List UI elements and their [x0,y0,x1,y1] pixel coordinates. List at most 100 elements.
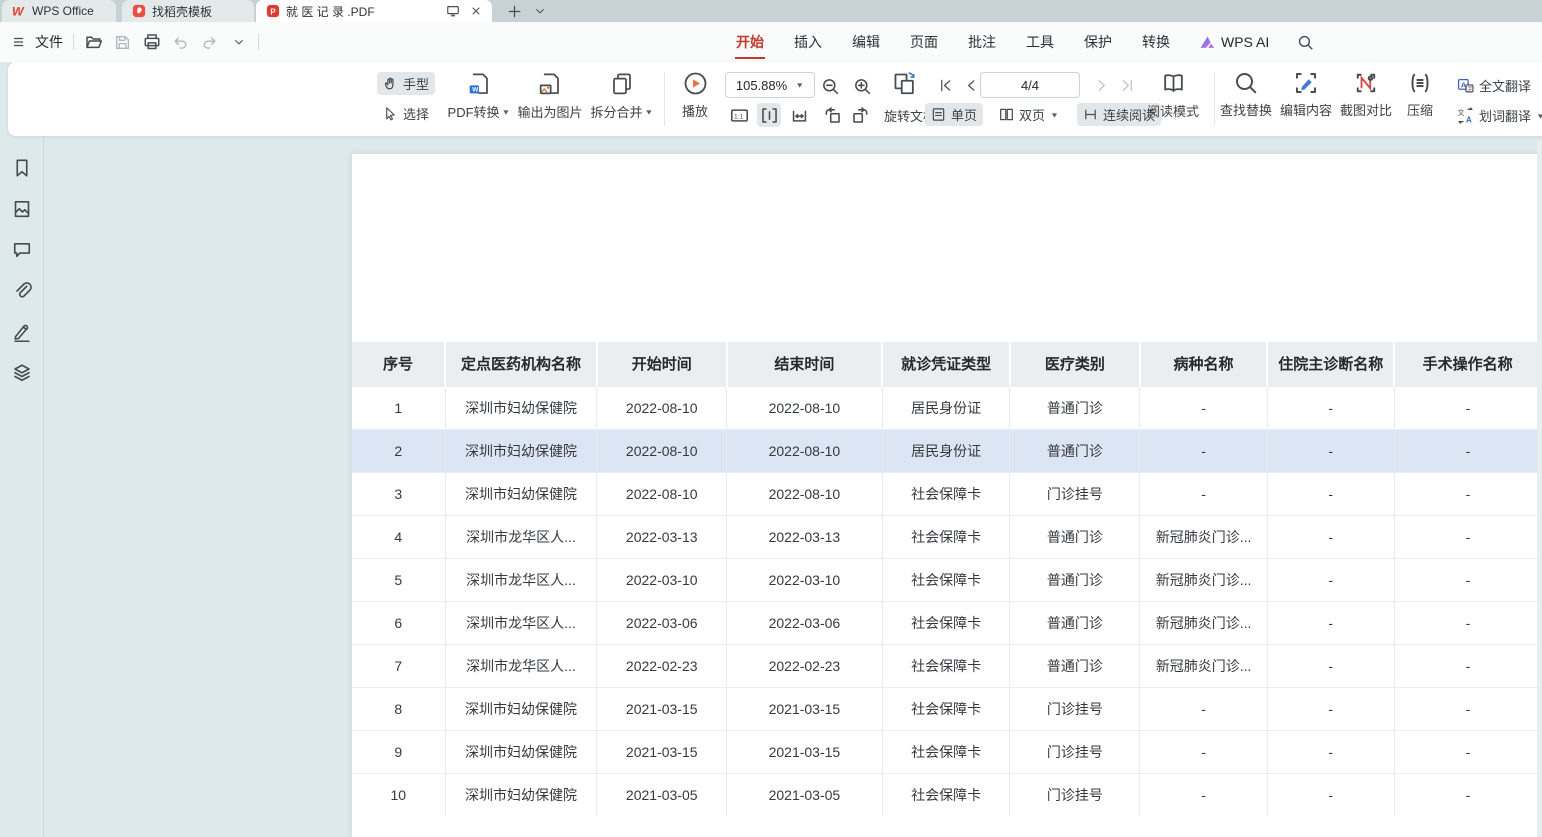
layers-icon[interactable] [12,363,32,383]
svg-text:P: P [270,8,275,17]
table-header-cell: 医疗类别 [1010,342,1140,386]
menu-item-edit[interactable]: 编辑 [851,28,881,56]
read-mode-button[interactable]: 阅读模式 [1137,71,1209,120]
tab-document-active[interactable]: P 就 医 记 录 .PDF [256,0,492,22]
table-cell: 深圳市妇幼保健院 [445,472,597,515]
page-indicator[interactable]: 4/4 [980,72,1080,98]
close-tab-icon[interactable] [470,5,482,17]
table-cell: 8 [352,687,445,730]
svg-text:W: W [12,4,25,18]
first-page-button[interactable] [934,74,956,96]
table-cell: 普通门诊 [1010,429,1140,472]
table-cell: - [1267,558,1394,601]
monitor-icon[interactable] [446,4,460,18]
menu-item-insert[interactable]: 插入 [793,28,823,56]
full-translate-button[interactable]: A 字 全文翻译 [1451,74,1537,97]
redo-icon[interactable] [200,33,219,52]
prev-page-button[interactable] [960,74,982,96]
table-cell: - [1140,773,1267,816]
comment-icon[interactable] [12,240,32,260]
table-cell: 9 [352,730,445,773]
table-cell: - [1267,429,1394,472]
table-header-cell: 开始时间 [597,342,727,386]
table-cell: 2021-03-05 [597,773,727,816]
tab-list-button[interactable] [530,1,550,21]
new-tab-button[interactable] [504,1,524,21]
export-image-button[interactable]: 输出为图片 [514,71,586,121]
table-cell: 2022-03-13 [597,515,727,558]
actual-size-button[interactable]: 1:1 [727,103,751,127]
rotate-doc-button[interactable] [892,71,917,96]
pdf-convert-button[interactable]: W PDF转换▼ [443,71,515,121]
vertical-scrollbar[interactable] [1537,140,1542,837]
cursor-icon [383,106,398,121]
tab-wps-office[interactable]: W WPS Office [2,0,116,22]
last-page-button[interactable] [1116,74,1138,96]
fit-width-button[interactable] [757,103,781,127]
table-cell: - [1394,386,1541,429]
compress-button[interactable]: 压缩 [1394,71,1446,119]
double-page-button[interactable]: 双页 ▼ [993,103,1065,126]
wps-ai-menu[interactable]: WPS AI [1199,34,1269,51]
tab-docer-templates[interactable]: 找稻壳模板 [122,0,254,22]
table-cell: 门诊挂号 [1010,773,1140,816]
zoom-out-button[interactable] [819,75,841,97]
open-file-icon[interactable] [84,33,103,52]
export-image-icon [538,71,562,97]
screenshot-compare-button[interactable]: 截图对比 [1330,71,1402,119]
file-menu[interactable]: 文件 [12,32,63,52]
table-cell: 普通门诊 [1010,515,1140,558]
signature-pen-icon[interactable] [12,322,32,342]
hand-tool-label: 手型 [403,74,429,93]
bookmark-icon[interactable] [12,158,32,178]
print-icon[interactable] [142,33,161,52]
menu-item-page[interactable]: 页面 [909,28,939,56]
table-cell: 2021-03-15 [597,730,727,773]
page-indicator-value: 4/4 [1021,78,1039,93]
table-cell: - [1267,386,1394,429]
table-cell: 居民身份证 [882,386,1010,429]
hand-tool-button[interactable]: 手型 [377,72,435,95]
rotate-left-button[interactable] [820,103,844,127]
table-cell: 社会保障卡 [882,558,1010,601]
table-cell: - [1394,644,1541,687]
table-cell: 2022-08-10 [727,386,883,429]
table-cell: 2022-08-10 [597,472,727,515]
menu-item-convert[interactable]: 转换 [1141,28,1171,56]
table-cell: 2022-08-10 [727,429,883,472]
menu-item-home[interactable]: 开始 [735,28,765,56]
thumbnail-icon[interactable] [12,199,32,219]
wps-pdf-app: W WPS Office 找稻壳模板 P 就 医 记 录 .PDF [0,0,1542,837]
attachment-icon[interactable] [12,281,32,301]
quickbar-more-icon[interactable] [229,33,248,52]
table-cell: 1 [352,386,445,429]
menu-item-tools[interactable]: 工具 [1025,28,1055,56]
divider [258,34,259,50]
menu-bar: 文件 开始 插入 编辑 [0,22,1542,62]
zoom-in-button[interactable] [851,75,873,97]
table-cell: 普通门诊 [1010,386,1140,429]
table-row: 4深圳市龙华区人...2022-03-132022-03-13社会保障卡普通门诊… [352,515,1541,558]
compress-icon [1408,71,1432,95]
play-icon [683,71,708,96]
table-header-cell: 就诊凭证类型 [882,342,1010,386]
word-translate-label: 划词翻译 [1479,106,1531,125]
menu-item-protect[interactable]: 保护 [1083,28,1113,56]
play-button[interactable]: 播放 [669,71,721,120]
table-row: 10深圳市妇幼保健院2021-03-052021-03-05社会保障卡门诊挂号-… [352,773,1541,816]
save-icon[interactable] [113,33,132,52]
single-page-button[interactable]: 单页 [925,103,983,126]
menu-search-icon[interactable] [1297,34,1314,51]
rotate-right-button[interactable] [848,103,872,127]
select-tool-button[interactable]: 选择 [377,102,435,125]
table-cell: 深圳市妇幼保健院 [445,386,597,429]
svg-text:1:1: 1:1 [734,113,744,120]
next-page-button[interactable] [1090,74,1112,96]
word-translate-button[interactable]: 文 A 划词翻译 ▼ [1451,104,1542,127]
split-merge-button[interactable]: 拆分合并▼ [586,71,658,121]
fit-page-button[interactable] [787,103,811,127]
zoom-level-select[interactable]: 105.88% ▼ [725,72,815,98]
menu-item-comment[interactable]: 批注 [967,28,997,56]
undo-icon[interactable] [171,33,190,52]
table-cell: 2 [352,429,445,472]
